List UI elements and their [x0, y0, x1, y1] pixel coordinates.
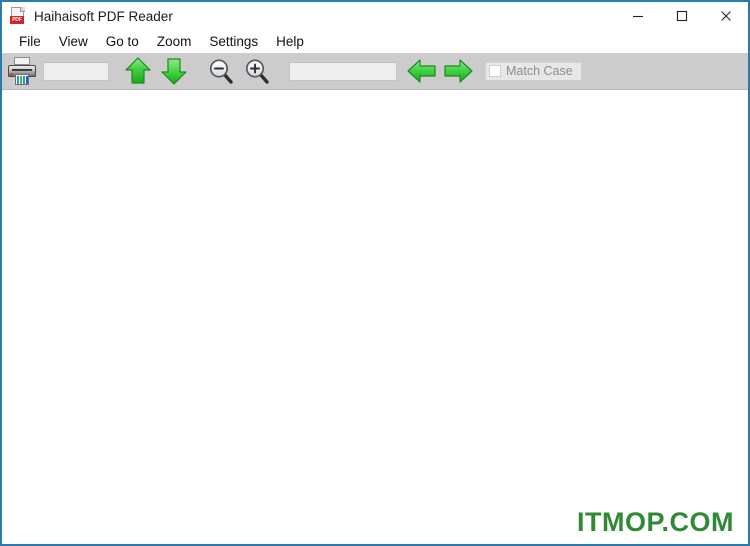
minimize-icon: [633, 15, 643, 18]
page-number-input[interactable]: [43, 61, 109, 81]
arrow-right-icon: [444, 59, 473, 83]
magnifier-plus-icon: [245, 59, 269, 84]
menu-item-zoom[interactable]: Zoom: [148, 32, 201, 52]
match-case-label: Match Case: [506, 64, 573, 78]
menu-item-file[interactable]: File: [10, 32, 50, 52]
menu-item-settings[interactable]: Settings: [200, 32, 267, 52]
arrow-up-icon: [125, 57, 151, 84]
maximize-icon: [676, 10, 688, 22]
toolbar: Match Case: [2, 53, 748, 90]
print-button[interactable]: [5, 55, 39, 87]
zoom-in-button[interactable]: [239, 55, 275, 87]
close-icon: [721, 11, 731, 21]
find-previous-button[interactable]: [405, 55, 439, 87]
menu-bar: File View Go to Zoom Settings Help: [2, 30, 748, 53]
minimize-button[interactable]: [616, 2, 660, 30]
watermark-text: ITMOP.COM: [576, 507, 734, 537]
close-button[interactable]: [704, 2, 748, 30]
title-bar: PDF Haihaisoft PDF Reader: [2, 2, 748, 30]
find-next-button[interactable]: [441, 55, 475, 87]
application-window: PDF Haihaisoft PDF Reader File View Go t…: [0, 0, 750, 546]
arrow-down-icon: [161, 58, 187, 85]
window-title: Haihaisoft PDF Reader: [34, 8, 173, 24]
match-case-checkbox-box[interactable]: [489, 65, 501, 77]
previous-page-button[interactable]: [121, 55, 155, 87]
menu-item-go-to[interactable]: Go to: [97, 32, 148, 52]
search-input[interactable]: [289, 61, 397, 81]
zoom-out-button[interactable]: [203, 55, 239, 87]
menu-item-help[interactable]: Help: [267, 32, 313, 52]
printer-icon: [7, 57, 37, 85]
pdf-document-icon: PDF: [9, 7, 27, 25]
document-view[interactable]: ITMOP.COM: [2, 90, 748, 544]
window-controls: [616, 2, 748, 30]
menu-item-view[interactable]: View: [50, 32, 97, 52]
arrow-left-icon: [407, 59, 436, 83]
match-case-checkbox[interactable]: Match Case: [485, 61, 582, 81]
maximize-button[interactable]: [660, 2, 704, 30]
next-page-button[interactable]: [157, 55, 191, 87]
magnifier-minus-icon: [209, 59, 233, 84]
